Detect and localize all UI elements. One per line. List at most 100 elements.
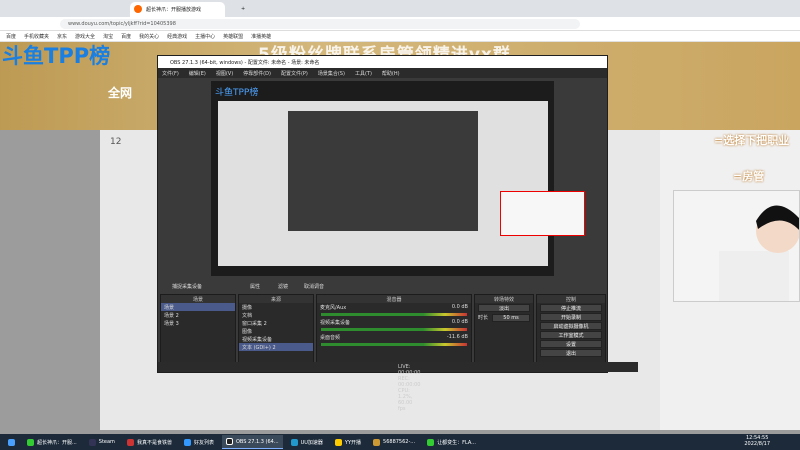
browser-icon	[427, 438, 435, 446]
url-input[interactable]: www.douyu.com/topic/yljkff?rid=10405398	[60, 19, 580, 29]
bookmark-item[interactable]: 淘宝	[103, 33, 113, 40]
studio-mode-button[interactable]: 工作室模式	[540, 331, 602, 339]
bookmark-item[interactable]: 游戏大全	[75, 33, 95, 40]
source-item[interactable]: 窗口采集 2	[239, 319, 313, 327]
taskbar-item[interactable]: 好友列表	[180, 435, 218, 449]
cancel-audio-button[interactable]: 取消调音	[304, 283, 324, 290]
obs-status-bar: LIVE: 00:00:00 REC: 00:00:00 CPU: 1.2%, …	[158, 362, 638, 412]
bookmark-item[interactable]: 英雄联盟	[223, 33, 243, 40]
properties-button[interactable]: 属性	[250, 283, 260, 290]
mixer-panel: 混音器 麦克风/Aux 0.0 dB 视频采集设备 0.0 dB 桌面音频 -11.6…	[316, 294, 472, 364]
nested-obs	[288, 111, 478, 231]
obs-window: OBS 27.1.3 (64-bit, windows) - 配置文件: 未命名…	[157, 55, 638, 412]
menu-view[interactable]: 视图(V)	[216, 70, 233, 77]
taskbar-item[interactable]: Steam	[85, 435, 119, 449]
menu-docks[interactable]: 停靠部件(D)	[243, 70, 271, 77]
obs-menu-bar: 文件(F) 编辑(E) 视图(V) 停靠部件(D) 配置文件(P) 场景集合(S…	[158, 68, 607, 78]
menu-profile[interactable]: 配置文件(P)	[281, 70, 308, 77]
source-item[interactable]: 视频采集设备	[239, 335, 313, 343]
menu-edit[interactable]: 编辑(E)	[189, 70, 206, 77]
filters-button[interactable]: 滤镜	[278, 283, 288, 290]
bookmark-item[interactable]: 百度	[6, 33, 16, 40]
menu-file[interactable]: 文件(F)	[162, 70, 179, 77]
scene-item[interactable]: 场景 2	[161, 311, 235, 319]
windows-icon	[8, 438, 15, 446]
settings-button[interactable]: 设置	[540, 340, 602, 348]
volume-meter[interactable]	[321, 343, 467, 346]
volume-meter[interactable]	[321, 328, 467, 331]
transitions-header: 转场特效	[475, 295, 533, 303]
tpp-logo: 斗鱼TPP榜	[2, 44, 111, 68]
taskbar-item[interactable]: 我真不是食铁兽	[123, 435, 176, 449]
bookmark-item[interactable]: 准播英雄	[251, 33, 271, 40]
webcam-source-selection[interactable]	[500, 191, 585, 236]
scene-item[interactable]: 场景	[161, 303, 235, 311]
preview-logo: 斗鱼TPP榜	[215, 88, 259, 98]
choose-class-label: =选择下把职业	[714, 134, 790, 147]
bookmark-item[interactable]: 京东	[57, 33, 67, 40]
bookmarks-bar: 百度 手机收藏夹 京东 游戏大全 淘宝 百度 我的关心 经典游戏 主播中心 英雄…	[0, 31, 800, 42]
room-admin-label: =房管	[733, 170, 765, 183]
bookmark-item[interactable]: 我的关心	[139, 33, 159, 40]
taskbar-item[interactable]: 超长神爪：开服...	[23, 435, 81, 449]
browser-icon	[27, 438, 34, 446]
taskbar-item[interactable]: 让都变生：FLA...	[423, 435, 480, 449]
bookmark-item[interactable]: 百度	[121, 33, 131, 40]
scene-item[interactable]: 场景 3	[161, 319, 235, 327]
source-item[interactable]: 文档	[239, 311, 313, 319]
menu-scene-collection[interactable]: 场景集合(S)	[318, 70, 345, 77]
taskbar-item[interactable]: UU加速器	[287, 435, 327, 449]
taskbar-item-obs[interactable]: OBS 27.1.3 (64...	[221, 435, 283, 449]
obs-icon	[225, 438, 233, 445]
mixer-header: 混音器	[317, 295, 471, 303]
streamer-avatar	[719, 205, 800, 301]
start-record-button[interactable]: 开始录制	[540, 313, 602, 321]
source-item[interactable]: 摄像	[239, 303, 313, 311]
douyu-tab-icon	[134, 5, 142, 13]
stop-stream-button[interactable]: 停止推流	[540, 304, 602, 312]
obs-title-bar: OBS 27.1.3 (64-bit, windows) - 配置文件: 未命名…	[158, 56, 607, 68]
taskbar-item[interactable]: 56887562-...	[369, 435, 419, 449]
browser-tab-bar: 超长神爪：开服播放游戏 +	[0, 0, 800, 17]
live-status: LIVE: 00:00:00	[398, 364, 421, 376]
system-clock[interactable]: 12:54:55 2022/8/17	[744, 435, 770, 447]
sources-panel: 来源 摄像 文档 窗口采集 2 图像 视频采集设备 文本 (GDI+) 2	[238, 294, 314, 364]
webcam-overlay	[673, 190, 800, 302]
browser-tab-active[interactable]: 超长神爪：开服播放游戏	[130, 2, 225, 17]
start-button[interactable]	[4, 435, 19, 449]
bookmark-item[interactable]: 主播中心	[195, 33, 215, 40]
bookmark-item[interactable]: 手机收藏夹	[24, 33, 49, 40]
duration-input[interactable]: 50 ms	[492, 314, 530, 322]
new-tab-button[interactable]: +	[225, 2, 247, 17]
controls-header: 控制	[537, 295, 605, 303]
app-icon	[126, 438, 134, 446]
controls-panel: 控制 停止推流 开始录制 启动虚拟摄像机 工作室模式 设置 退出	[536, 294, 606, 364]
scenes-header: 场景	[161, 295, 235, 303]
transition-select[interactable]: 淡出	[478, 304, 530, 312]
menu-tools[interactable]: 工具(T)	[355, 70, 372, 77]
sources-header: 来源	[239, 295, 313, 303]
menu-help[interactable]: 帮助(H)	[382, 70, 400, 77]
mixer-channel: 桌面音频 -11.6 dB	[320, 334, 468, 341]
obs-preview[interactable]: 斗鱼TPP榜	[211, 81, 585, 276]
mixer-channel: 麦克风/Aux 0.0 dB	[320, 304, 468, 311]
scenes-panel: 场景 场景 场景 2 场景 3	[160, 294, 236, 364]
tab-title: 超长神爪：开服播放游戏	[146, 7, 202, 13]
uu-icon	[290, 438, 298, 446]
mixer-channel: 视频采集设备 0.0 dB	[320, 319, 468, 326]
bookmark-item[interactable]: 经典游戏	[167, 33, 187, 40]
exit-button[interactable]: 退出	[540, 349, 602, 357]
taskbar-item[interactable]: YY开播	[331, 435, 365, 449]
windows-taskbar: 超长神爪：开服... Steam 我真不是食铁兽 好友列表 OBS 27.1.3…	[0, 434, 800, 450]
friends-icon	[183, 438, 191, 446]
volume-meter[interactable]	[321, 313, 467, 316]
source-item[interactable]: 文本 (GDI+) 2	[239, 343, 313, 351]
transitions-panel: 转场特效 淡出 时长 50 ms	[474, 294, 534, 364]
duration-row: 时长 50 ms	[475, 313, 533, 322]
source-item[interactable]: 图像	[239, 327, 313, 335]
steam-icon	[88, 438, 96, 446]
virtual-camera-button[interactable]: 启动虚拟摄像机	[540, 322, 602, 330]
address-bar-row: www.douyu.com/topic/yljkff?rid=10405398	[0, 17, 800, 31]
banner-label: 全网	[108, 86, 133, 100]
yy-icon	[334, 438, 342, 446]
